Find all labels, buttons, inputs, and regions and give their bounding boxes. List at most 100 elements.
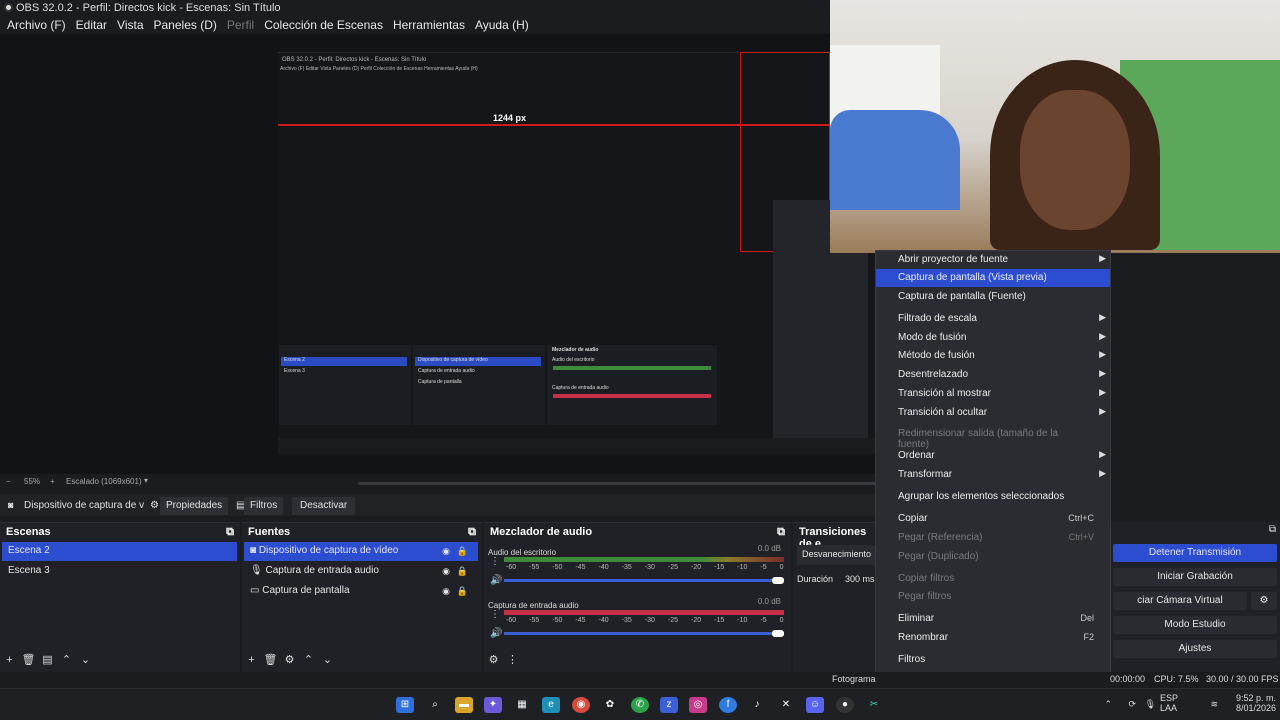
lock-icon[interactable]: 🔒 xyxy=(457,586,468,597)
lock-icon[interactable]: 🔒 xyxy=(457,566,468,577)
arrow-down-icon[interactable]: ⌄ xyxy=(318,650,337,666)
edge-icon[interactable]: e xyxy=(542,697,560,713)
menu-paneles[interactable]: Paneles (D) xyxy=(149,16,222,34)
virtual-camera-button[interactable]: ciar Cámara Virtual xyxy=(1113,592,1247,610)
minus-icon[interactable]: − xyxy=(6,477,11,486)
chevron-down-icon[interactable]: ▾ xyxy=(144,476,148,485)
trash-icon[interactable]: 🗑 xyxy=(261,650,280,666)
context-menu-item[interactable]: Filtrado de escala ▶ xyxy=(876,310,1110,328)
kebab-menu-icon[interactable]: ⋮ xyxy=(490,609,500,620)
context-menu-item[interactable]: Abrir proyector de fuente ▶ xyxy=(876,251,1110,269)
deactivate-button[interactable]: Desactivar xyxy=(292,497,356,515)
filter-icon[interactable]: ▤ xyxy=(38,650,57,666)
preview-scrollbar[interactable] xyxy=(358,482,878,485)
filters-button[interactable]: Filtros xyxy=(244,497,284,515)
microphone-icon[interactable]: 🎙 xyxy=(1145,699,1156,710)
add-icon[interactable]: + xyxy=(0,651,19,666)
context-menu-item[interactable]: Eliminar Del xyxy=(876,610,1110,628)
instagram-icon[interactable]: ◎ xyxy=(689,697,707,713)
menu-editar[interactable]: Editar xyxy=(71,16,112,34)
dock-undock-icon[interactable]: ⧉ xyxy=(777,526,785,538)
capcut-icon[interactable]: ✂ xyxy=(865,697,883,713)
menu-archivo[interactable]: Archivo (F) xyxy=(2,16,71,34)
menu-vista[interactable]: Vista xyxy=(112,16,148,34)
speaker-icon[interactable]: 🔊 xyxy=(490,575,502,586)
chrome-icon[interactable]: ◉ xyxy=(572,697,590,713)
dock-undock-icon[interactable]: ⧉ xyxy=(226,526,234,538)
volume-slider[interactable] xyxy=(504,630,784,637)
context-menu-item[interactable]: Ordenar ▶ xyxy=(876,447,1110,465)
chevron-up-icon[interactable]: ⌃ xyxy=(1104,699,1112,710)
menu-herramientas[interactable]: Herramientas xyxy=(388,16,470,34)
gear-icon[interactable]: ⚙ xyxy=(280,650,299,666)
speaker-icon[interactable]: 🔊 xyxy=(490,628,502,639)
plus-icon[interactable]: + xyxy=(50,477,55,486)
menu-coleccion-escenas[interactable]: Colección de Escenas xyxy=(259,16,388,34)
scene-item[interactable]: Escena 2 xyxy=(2,542,237,561)
context-menu-item[interactable]: Renombrar F2 xyxy=(876,629,1110,647)
file-explorer-icon[interactable]: ▬ xyxy=(455,697,473,713)
slider-knob[interactable] xyxy=(772,630,784,637)
x-icon[interactable]: ✕ xyxy=(777,697,795,713)
menu-ayuda[interactable]: Ayuda (H) xyxy=(470,16,534,34)
context-menu-item[interactable]: Transición al mostrar ▶ xyxy=(876,385,1110,403)
stop-stream-button[interactable]: Detener Transmisión xyxy=(1113,544,1277,562)
search-icon[interactable]: ⌕ xyxy=(426,697,444,713)
scene-item[interactable]: Escena 3 xyxy=(2,562,237,581)
windows-start-icon[interactable]: ⊞ xyxy=(396,697,414,713)
context-menu-item[interactable]: Captura de pantalla (Fuente) xyxy=(876,288,1110,306)
scaling-dropdown[interactable]: Escalado (1069x601) xyxy=(66,477,142,486)
add-icon[interactable]: + xyxy=(242,651,261,666)
wifi-icon[interactable]: ≋ xyxy=(1210,699,1218,710)
store-icon[interactable]: ▦ xyxy=(513,697,531,713)
kebab-menu-icon[interactable]: ⋮ xyxy=(490,556,500,567)
menu-perfil[interactable]: Perfil xyxy=(222,16,259,34)
slider-knob[interactable] xyxy=(772,577,784,584)
context-menu-item[interactable]: Transición al ocultar ▶ xyxy=(876,404,1110,422)
context-menu-item[interactable]: Transformar ▶ xyxy=(876,466,1110,484)
eye-icon[interactable]: ◉ xyxy=(442,566,450,577)
duration-value[interactable]: 300 ms xyxy=(845,574,875,584)
lock-icon[interactable]: 🔒 xyxy=(457,546,468,557)
transition-select[interactable]: Desvanecimiento xyxy=(797,545,875,565)
source-item-screen[interactable]: ▭ Captura de pantalla ◉ 🔒 xyxy=(244,582,478,601)
trash-icon[interactable]: 🗑 xyxy=(19,650,38,666)
facebook-icon[interactable]: f xyxy=(719,697,737,713)
gear-icon[interactable]: ⚙ xyxy=(484,650,503,666)
context-menu-item[interactable]: Copiar Ctrl+C xyxy=(876,510,1110,528)
obs-icon[interactable]: ● xyxy=(836,697,854,713)
context-menu-item[interactable]: Modo de fusión ▶ xyxy=(876,329,1110,347)
copilot-icon[interactable]: ✦ xyxy=(484,697,502,713)
properties-button[interactable]: Propiedades xyxy=(160,497,229,515)
tiktok-icon[interactable]: ♪ xyxy=(748,697,766,713)
context-menu-item[interactable]: Agrupar los elementos seleccionados xyxy=(876,488,1110,506)
gear-icon[interactable]: ⚙ xyxy=(1251,592,1277,610)
arrow-up-icon[interactable]: ⌃ xyxy=(299,650,318,666)
context-menu-item[interactable]: Desentrelazado ▶ xyxy=(876,366,1110,384)
clock[interactable]: 9:52 p. m. 8/01/2026 xyxy=(1220,693,1276,713)
volume-slider[interactable] xyxy=(504,577,784,584)
context-menu-item[interactable]: Método de fusión ▶ xyxy=(876,347,1110,365)
context-menu-item[interactable]: Filtros xyxy=(876,651,1110,669)
start-recording-button[interactable]: Iniciar Grabación xyxy=(1113,568,1277,586)
network-icon[interactable]: ⟳ xyxy=(1128,699,1136,710)
studio-mode-button[interactable]: Modo Estudio xyxy=(1113,616,1277,634)
gear-icon[interactable]: ⚙ xyxy=(150,500,159,511)
eye-icon[interactable]: ◉ xyxy=(442,546,450,557)
discord-icon[interactable]: ☺ xyxy=(806,697,824,713)
zoom-icon[interactable]: z xyxy=(660,697,678,713)
settings-button[interactable]: Ajustes xyxy=(1113,640,1277,658)
dock-undock-icon[interactable]: ⧉ xyxy=(468,526,476,538)
source-item-video[interactable]: ◙ Dispositivo de captura de vídeo ◉ 🔒 xyxy=(244,542,478,561)
chatgpt-icon[interactable]: ✿ xyxy=(601,697,619,713)
dock-undock-icon[interactable]: ⧉ xyxy=(1269,524,1276,535)
whatsapp-icon[interactable]: ✆ xyxy=(631,697,649,713)
kebab-menu-icon[interactable]: ⋮ xyxy=(503,650,522,666)
source-label: Dispositivo de captura de vídeo xyxy=(258,545,399,556)
eye-icon[interactable]: ◉ xyxy=(442,586,450,597)
source-item-audio[interactable]: 🎙 Captura de entrada audio ◉ 🔒 xyxy=(244,562,478,581)
arrow-down-icon[interactable]: ⌄ xyxy=(76,650,95,666)
arrow-up-icon[interactable]: ⌃ xyxy=(57,650,76,666)
context-menu-item[interactable]: Captura de pantalla (Vista previa) xyxy=(876,269,1110,287)
language-indicator[interactable]: ESP LAA xyxy=(1160,693,1190,713)
